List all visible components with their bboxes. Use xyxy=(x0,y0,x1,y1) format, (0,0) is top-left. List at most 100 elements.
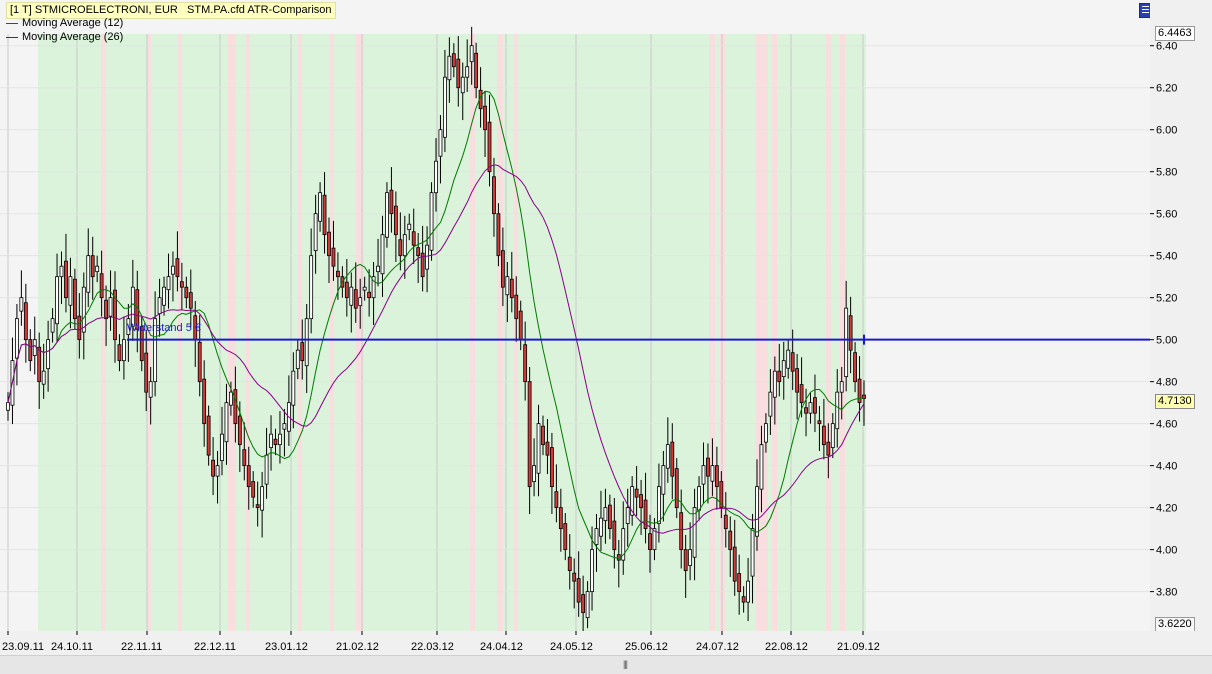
candle-body xyxy=(362,286,367,291)
candle-body xyxy=(844,307,849,378)
x-tick-label: 24.05.12 xyxy=(550,641,593,653)
candle-body xyxy=(398,239,403,257)
price-axis[interactable]: 6.40 6.20 6.00 5.80 5.60 5.40 5.20 5.00 4.80 4.60… xyxy=(1150,0,1212,631)
date-axis[interactable]: 23.09.11 24.10.11 22.11.11 22.12.11 23.01.12… xyxy=(0,631,1212,655)
scroll-thumb[interactable]: ||| xyxy=(618,659,632,669)
candle-body xyxy=(728,530,733,551)
x-tick-label: 22.08.12 xyxy=(765,641,808,653)
candle-body xyxy=(795,368,800,393)
x-tick-label: 22.12.11 xyxy=(194,641,236,653)
candle-body xyxy=(229,391,233,406)
candle-body xyxy=(438,129,443,157)
candle-body xyxy=(603,507,608,522)
candle-body xyxy=(492,176,496,215)
highlight-region-red xyxy=(497,34,503,631)
candle-body xyxy=(732,546,737,582)
candle-body xyxy=(322,194,327,236)
candle-body xyxy=(759,444,764,490)
candle-body xyxy=(447,55,452,81)
candle-body xyxy=(808,402,813,414)
y-tick-label: 6.40 xyxy=(1156,41,1177,53)
highlight-region-red xyxy=(826,34,831,631)
candle-body xyxy=(215,465,220,477)
candle-body xyxy=(558,507,563,530)
candle-body xyxy=(59,265,64,278)
candle-body xyxy=(162,286,166,306)
candle-body xyxy=(781,360,786,378)
candle-body xyxy=(746,580,750,603)
candle-body xyxy=(853,352,857,383)
candle-body xyxy=(64,260,68,299)
candle-body xyxy=(327,231,331,257)
candle-body xyxy=(393,205,398,236)
candle-body xyxy=(402,234,407,257)
y-tick-label: 4.00 xyxy=(1156,545,1177,557)
candle-body xyxy=(648,533,652,551)
price-chart[interactable] xyxy=(0,0,1150,636)
candle-body xyxy=(451,53,456,68)
candle-body xyxy=(857,378,862,404)
candle-body xyxy=(674,468,679,509)
y-tick-label: 4.80 xyxy=(1156,377,1177,389)
legend-item-ma12: Moving Average (12) xyxy=(6,17,123,29)
candle-body xyxy=(737,573,742,593)
candle-body xyxy=(37,346,42,383)
candle-body xyxy=(416,247,421,257)
candle-body xyxy=(750,528,755,577)
candle-body xyxy=(385,192,389,238)
highlight-region-red xyxy=(101,34,106,631)
candle-body xyxy=(772,370,777,398)
candle-body xyxy=(599,517,603,537)
candle-body xyxy=(380,234,385,275)
candle-body xyxy=(692,507,697,558)
candle-body xyxy=(590,549,594,593)
legend-label-ma12: Moving Average (12) xyxy=(22,17,124,29)
highlight-region-red xyxy=(840,34,845,631)
candle-body xyxy=(273,438,278,446)
candle-body xyxy=(688,549,693,566)
candle-body xyxy=(86,255,91,293)
candle-body xyxy=(184,286,189,299)
candle-body xyxy=(679,512,684,551)
candle-body xyxy=(550,447,554,488)
chart-area[interactable] xyxy=(0,0,1150,636)
candle-body xyxy=(532,465,536,483)
candle-body xyxy=(786,349,791,369)
candle-body xyxy=(206,415,211,456)
candle-body xyxy=(665,444,670,469)
candle-body xyxy=(474,52,479,89)
candle-body xyxy=(224,402,229,443)
y-tick-label: 4.20 xyxy=(1156,503,1177,515)
candle-body xyxy=(255,504,260,509)
candle-body xyxy=(518,310,523,341)
candle-body xyxy=(683,549,688,572)
candle-body xyxy=(344,281,349,299)
candle-body xyxy=(572,572,577,582)
candle-body xyxy=(81,286,86,333)
highlight-region-red xyxy=(228,34,236,631)
candle-body xyxy=(714,465,719,488)
candle-body xyxy=(197,341,202,383)
horizontal-scrollbar[interactable]: ||| xyxy=(0,655,1212,674)
highlight-region-red xyxy=(772,34,777,631)
resistance-label: Widerstand 5 € xyxy=(127,322,201,334)
candle-body xyxy=(300,342,305,362)
candle-body xyxy=(612,520,617,551)
candle-body xyxy=(500,250,505,288)
candle-body xyxy=(77,315,82,341)
candle-body xyxy=(72,278,77,320)
candle-body xyxy=(817,420,822,425)
x-tick-label: 23.01.12 xyxy=(265,641,308,653)
candle-body xyxy=(527,381,532,488)
candle-body xyxy=(768,391,773,417)
candle-body xyxy=(23,302,28,341)
candle-body xyxy=(291,370,296,406)
candle-body xyxy=(835,391,840,430)
candle-body xyxy=(246,465,251,488)
candle-body xyxy=(233,389,238,425)
candle-body xyxy=(90,255,95,278)
candle-body xyxy=(607,504,612,530)
candle-body xyxy=(496,213,501,257)
candle-body xyxy=(434,160,438,194)
candle-body xyxy=(144,352,149,393)
